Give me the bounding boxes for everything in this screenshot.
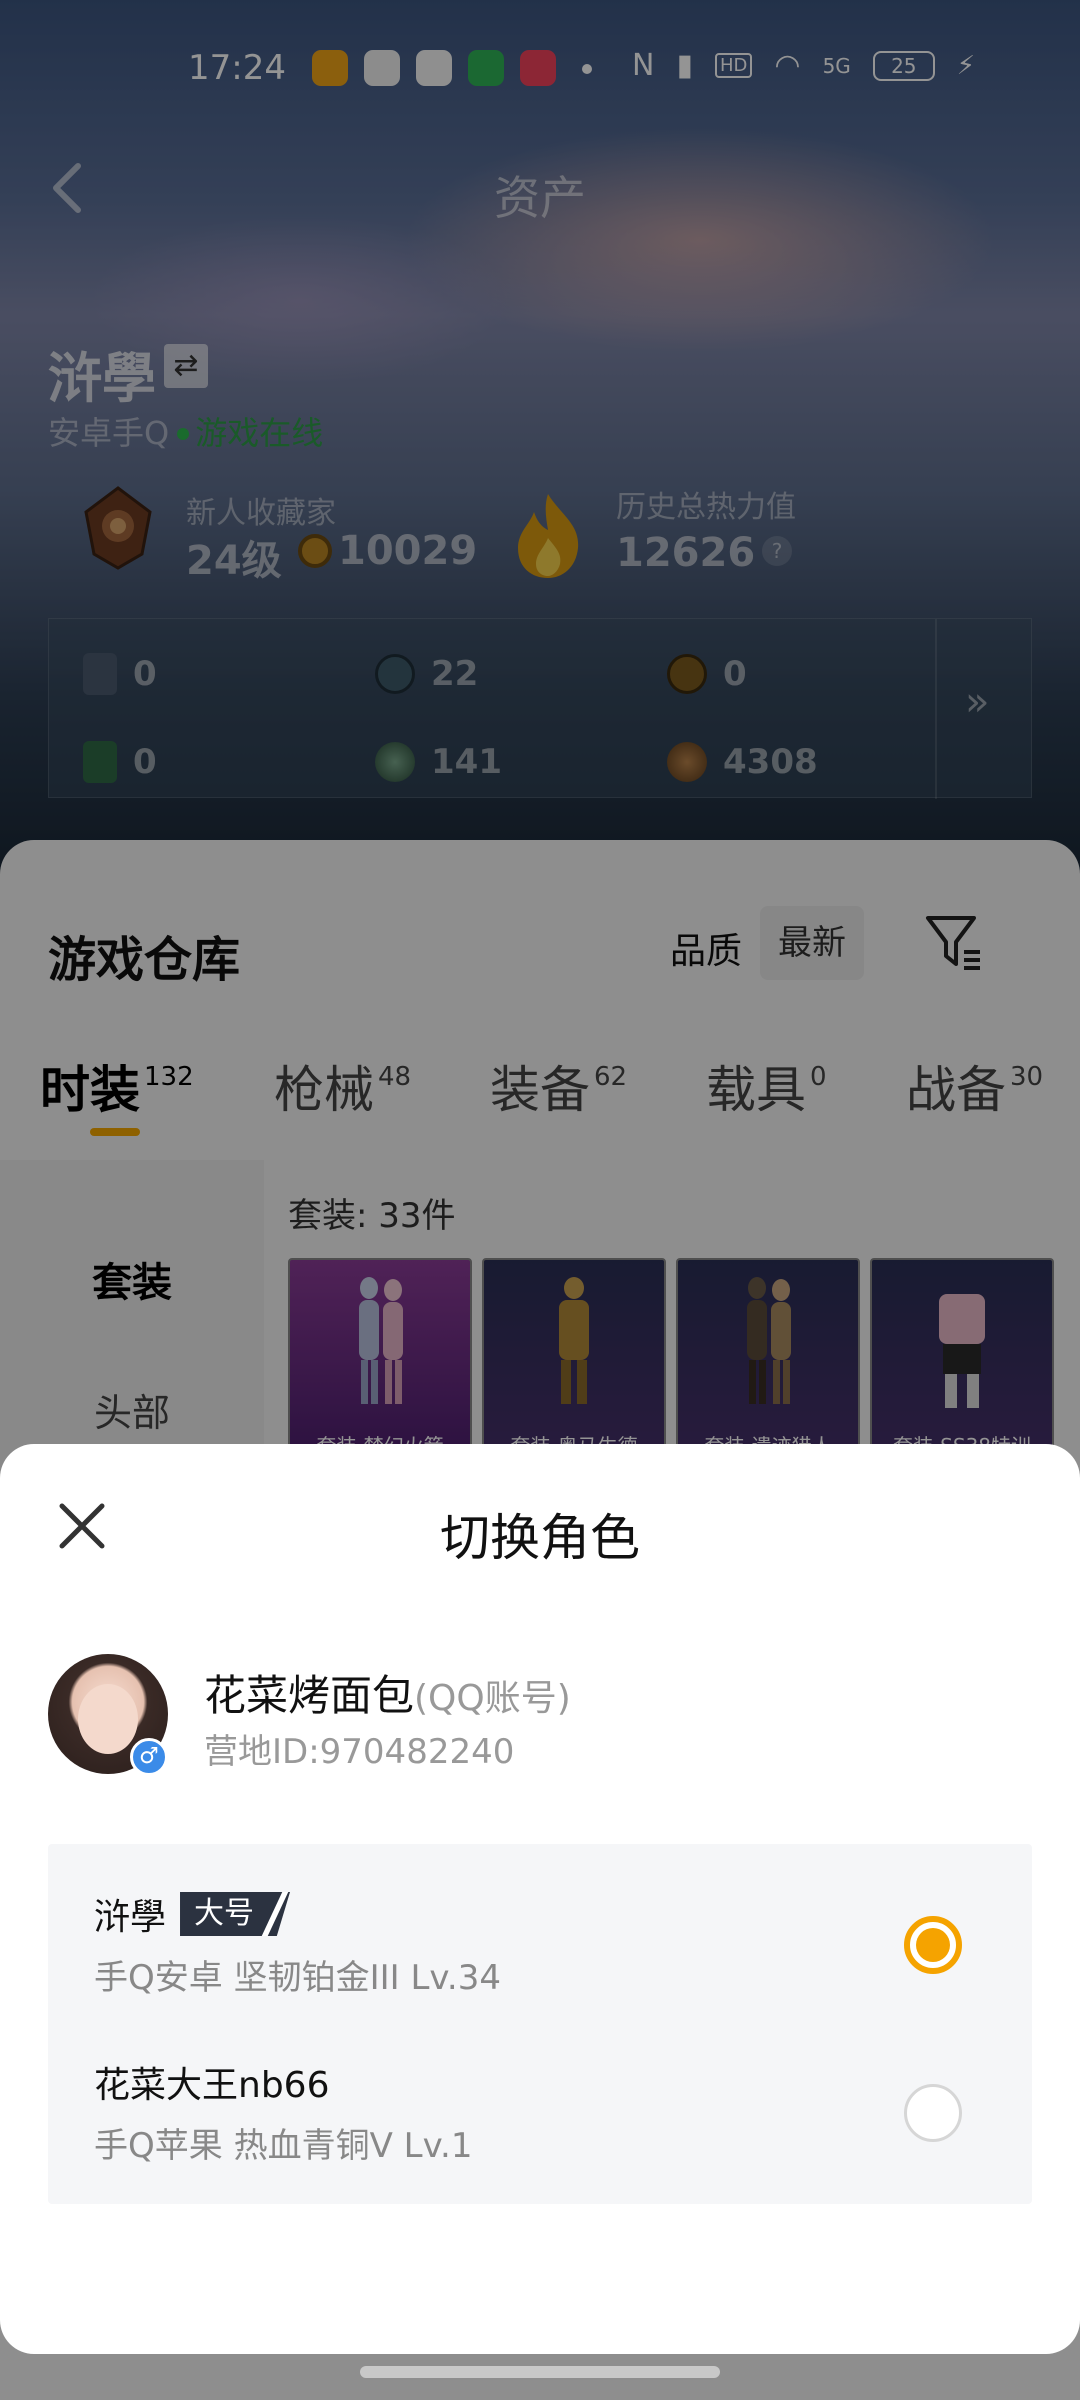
role-name: 花菜大王nb66 [94,2065,330,2106]
role-radio-unselected[interactable] [904,2084,962,2142]
home-indicator[interactable] [360,2366,720,2378]
role-radio-selected[interactable] [904,1916,962,1974]
role-name-line: 花菜大王nb66 [94,2056,329,2108]
switch-role-sheet: 切换角色 ♂ 花菜烤面包(QQ账号) 营地ID:970482240 浒學 大号 … [0,1444,1080,2354]
role-name: 浒學 [94,1897,167,1938]
main-account-badge: 大号 [180,1892,291,1936]
avatar-face [78,1684,138,1754]
account-name: 花菜烤面包 [204,1671,415,1720]
badge-label: 大号 [194,1896,255,1931]
role-list: 浒學 大号 手Q安卓 坚韧铂金III Lv.34 花菜大王nb66 手Q苹果 热… [48,1844,1032,2204]
role-name-line: 浒學 大号 [94,1888,291,1940]
sheet-title: 切换角色 [440,1509,640,1567]
badge-stripe [261,1892,289,1936]
role-option[interactable]: 花菜大王nb66 手Q苹果 热血青铜V Lv.1 [48,2022,1032,2182]
camp-id: 营地ID:970482240 [204,1732,515,1772]
role-option[interactable]: 浒學 大号 手Q安卓 坚韧铂金III Lv.34 [48,1854,1032,2014]
role-info: 手Q苹果 热血青铜V Lv.1 [94,2126,473,2166]
male-gender-icon: ♂ [130,1738,168,1776]
account-type: (QQ账号) [414,1678,571,1719]
account-name-line: 花菜烤面包(QQ账号) [204,1662,571,1723]
role-info: 手Q安卓 坚韧铂金III Lv.34 [94,1958,501,1998]
